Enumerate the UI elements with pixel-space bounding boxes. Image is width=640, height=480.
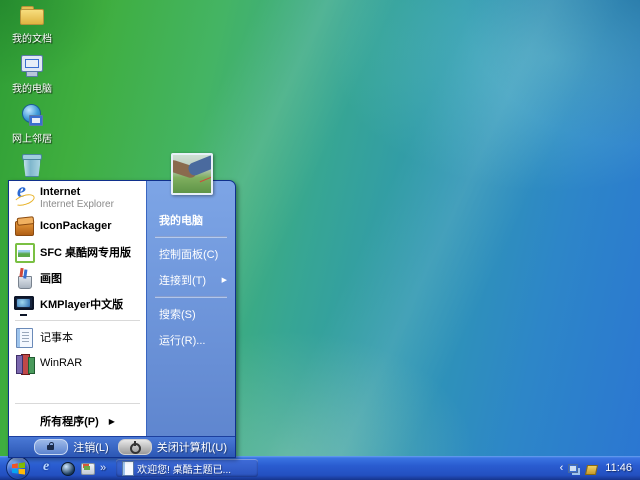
start-menu-spacer xyxy=(9,376,146,400)
log-off-button[interactable] xyxy=(34,439,69,455)
desktop-icon-column: 我的文档 我的电脑 网上邻居 xyxy=(4,2,64,202)
item-title: WinRAR xyxy=(40,357,83,369)
desktop-icon-label: 我的文档 xyxy=(12,34,52,45)
network-tray-icon[interactable] xyxy=(567,462,580,475)
item-label: 搜索(S) xyxy=(159,309,196,321)
my-documents-icon xyxy=(19,2,45,28)
desktop-icon-my-computer[interactable]: 我的电脑 xyxy=(4,52,60,98)
system-tray: ‹ 11:46 xyxy=(560,462,640,475)
desktop-icon-my-documents[interactable]: 我的文档 xyxy=(4,2,60,48)
item-subtitle: Internet Explorer xyxy=(40,199,114,210)
sfc-icon xyxy=(13,241,35,263)
start-menu-item-internet[interactable]: Internet Internet Explorer xyxy=(9,184,146,213)
start-menu-bottom-bar: 注销(L) 关闭计算机(U) xyxy=(9,436,235,457)
item-label: 控制面板(C) xyxy=(159,249,219,261)
start-menu-separator xyxy=(155,236,227,238)
start-menu: Internet Internet Explorer IconPackager … xyxy=(8,153,236,458)
notepad-icon xyxy=(13,326,35,348)
taskbar-clock[interactable]: 11:46 xyxy=(605,462,632,474)
item-label: 我的电脑 xyxy=(159,215,203,227)
desktop: 我的文档 我的电脑 网上邻居 Internet Internet Explore… xyxy=(0,0,640,480)
start-menu-separator xyxy=(15,403,140,404)
item-title: IconPackager xyxy=(40,220,112,232)
desktop-icon-network-places[interactable]: 网上邻居 xyxy=(4,102,60,148)
item-label: 运行(R)... xyxy=(159,335,206,347)
paint-icon xyxy=(13,267,35,289)
start-menu-right-panel: 我的电脑 控制面板(C) 连接到(T) ▶ 搜索(S) 运行(R)... xyxy=(146,181,235,436)
notepad-icon xyxy=(121,461,135,476)
start-menu-item-control-panel[interactable]: 控制面板(C) xyxy=(147,241,235,267)
taskbar-window-button[interactable]: 欢迎您! 桌酷主题已... xyxy=(116,459,259,477)
all-programs-label: 所有程序(P) xyxy=(40,416,99,428)
show-desktop-icon[interactable] xyxy=(80,461,95,476)
windows-flag-icon xyxy=(12,462,25,475)
user-picture xyxy=(171,153,213,195)
tray-collapse-chevron[interactable]: ‹ xyxy=(560,462,564,474)
triangle-right-icon: ▶ xyxy=(221,277,227,284)
item-label: 连接到(T) xyxy=(159,275,207,287)
start-menu-item-iconpackager[interactable]: IconPackager xyxy=(9,213,146,239)
internet-explorer-icon xyxy=(13,185,35,210)
start-menu-left-panel: Internet Internet Explorer IconPackager … xyxy=(9,181,146,436)
item-title: 画图 xyxy=(40,273,62,285)
start-menu-item-sfc[interactable]: SFC 桌酷网专用版 xyxy=(9,239,146,265)
item-title: SFC 桌酷网专用版 xyxy=(40,247,132,259)
window-button-label: 欢迎您! 桌酷主题已... xyxy=(137,464,232,476)
start-menu-item-my-computer[interactable]: 我的电脑 xyxy=(147,207,235,233)
winrar-icon xyxy=(13,352,35,374)
start-menu-columns: Internet Internet Explorer IconPackager … xyxy=(9,181,235,436)
iconpackager-icon xyxy=(13,215,35,237)
recycle-bin-icon xyxy=(19,152,45,178)
start-menu-separator xyxy=(15,320,140,321)
start-menu-separator xyxy=(155,296,227,298)
item-title: KMPlayer中文版 xyxy=(40,299,124,311)
triangle-right-icon: ▶ xyxy=(108,416,115,426)
item-title: Internet xyxy=(40,186,81,198)
all-programs-button[interactable]: 所有程序(P) ▶ xyxy=(9,407,146,436)
item-title: 记事本 xyxy=(40,332,73,344)
start-menu-item-run[interactable]: 运行(R)... xyxy=(147,327,235,353)
internet-explorer-icon[interactable] xyxy=(40,459,55,476)
my-computer-icon xyxy=(19,52,45,78)
desktop-icon-label: 网上邻居 xyxy=(12,134,52,145)
start-menu-item-connect-to[interactable]: 连接到(T) ▶ xyxy=(147,267,235,293)
globe-icon[interactable] xyxy=(60,461,75,476)
log-off-label: 注销(L) xyxy=(73,442,109,454)
quick-launch-overflow-chevron[interactable]: » xyxy=(100,462,106,474)
shut-down-button[interactable] xyxy=(117,439,152,455)
taskbar: » 欢迎您! 桌酷主题已... ‹ 11:46 xyxy=(0,456,640,480)
shut-down-label: 关闭计算机(U) xyxy=(156,442,227,454)
start-button[interactable] xyxy=(6,456,30,480)
start-menu-item-winrar[interactable]: WinRAR xyxy=(9,350,146,376)
quick-launch-bar: » xyxy=(40,459,106,476)
start-menu-item-kmplayer[interactable]: KMPlayer中文版 xyxy=(9,291,146,317)
start-menu-item-paint[interactable]: 画图 xyxy=(9,265,146,291)
ime-tray-icon[interactable] xyxy=(584,462,597,475)
start-menu-item-search[interactable]: 搜索(S) xyxy=(147,301,235,327)
network-places-icon xyxy=(19,102,45,128)
start-menu-item-notepad[interactable]: 记事本 xyxy=(9,324,146,350)
desktop-icon-label: 我的电脑 xyxy=(12,84,52,95)
kmplayer-icon xyxy=(13,293,35,315)
